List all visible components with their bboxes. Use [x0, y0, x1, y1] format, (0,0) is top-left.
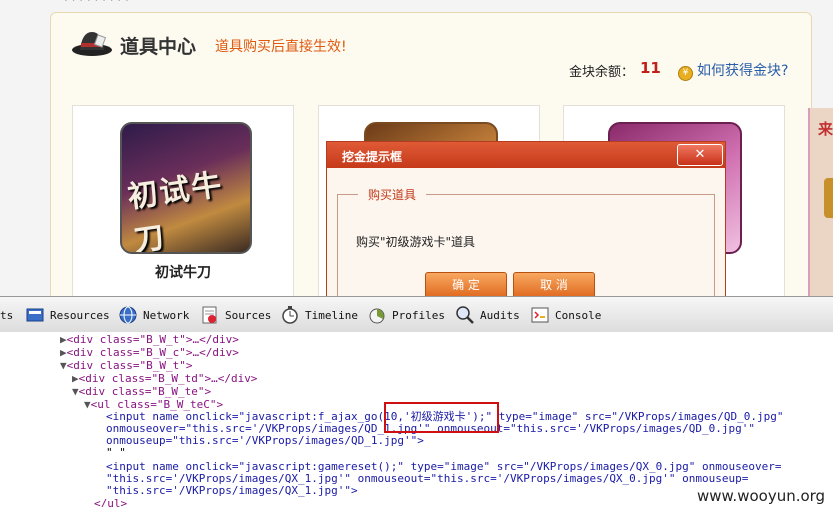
dialog-legend: 购买道具: [358, 186, 427, 203]
dom-node[interactable]: ▼<div class="B_W_te">: [72, 386, 211, 398]
close-icon: ✕: [694, 147, 706, 162]
watermark: www.wooyun.org: [697, 487, 826, 505]
prop-card-name: 初试牛刀: [155, 265, 211, 281]
dialog-close-button[interactable]: ✕: [677, 144, 723, 166]
resources-icon: [26, 308, 44, 322]
gold-balance-label: 金块余额：: [569, 65, 635, 80]
dialog-title: 挖金提示框: [342, 150, 403, 164]
tab-label: Audits: [480, 309, 520, 322]
gold-balance-value: 11: [640, 59, 661, 77]
dom-node-attr-line[interactable]: "this.src='/VKProps/images/QX_1.jpg'">: [106, 485, 358, 497]
tab-label: Network: [143, 309, 190, 322]
how-to-get-gold-link[interactable]: 如何获得金块?: [697, 60, 788, 80]
tab-label: Sources: [225, 309, 272, 322]
confirm-button[interactable]: 确 定: [425, 272, 507, 296]
purchase-dialog: 挖金提示框 ✕ 购买道具 购买"初级游戏卡"道具 确 定 取 消: [326, 141, 726, 296]
dom-node[interactable]: ▼<div class="B_W_t">: [60, 360, 192, 372]
prop-card-image[interactable]: 初试牛刀: [120, 122, 252, 254]
tab-label: Profiles: [392, 309, 445, 322]
dom-node[interactable]: ▶<div class="B_W_td">…</div>: [72, 373, 257, 385]
tab-label: Resources: [50, 309, 110, 322]
prop-card-art-text: 初试牛刀: [125, 167, 226, 254]
breadcrumb: · · · · · · · · ·: [64, 0, 129, 7]
prop-card[interactable]: 初试牛刀 初试牛刀: [72, 105, 294, 296]
page-subtitle: 道具购买后直接生效!: [215, 39, 347, 55]
dom-node[interactable]: ▶<div class="B_W_t">…</div>: [60, 334, 239, 346]
side-advert-image: [824, 178, 833, 218]
sources-icon: [202, 306, 217, 324]
dom-text-node[interactable]: " ": [106, 447, 126, 459]
dialog-message: 购买"初级游戏卡"道具: [356, 235, 476, 249]
audits-icon: [456, 306, 474, 324]
dom-node[interactable]: ▶<div class="B_W_c">…</div>: [60, 347, 239, 359]
side-advert-text: 来: [818, 120, 833, 138]
devtools-toolbar: ts Resources Network Sources Timeline Pr…: [0, 296, 833, 334]
side-advert[interactable]: 来: [808, 108, 833, 296]
dom-node-attr-line[interactable]: onmouseup="this.src='/VKProps/images/QD_…: [106, 435, 424, 447]
profiles-icon: [369, 308, 385, 324]
page-title: 道具中心: [120, 36, 197, 58]
timeline-icon: [282, 306, 298, 324]
gold-coin-icon: ¥: [678, 66, 693, 81]
tab-label: Console: [555, 309, 602, 322]
highlight-annotation-box: [384, 402, 499, 433]
network-icon: [119, 306, 137, 324]
game-page: · · · · · · · · · 道具中心 道具购买后直接生效! 金块余额： …: [0, 0, 833, 296]
tab-label: ts: [0, 309, 14, 322]
console-icon: [531, 307, 549, 323]
cancel-button[interactable]: 取 消: [513, 272, 595, 296]
tab-label: Timeline: [305, 309, 358, 322]
hat-logo-icon: [72, 32, 112, 56]
dom-node[interactable]: </ul>: [94, 498, 127, 507]
dialog-title-bar[interactable]: 挖金提示框 ✕: [327, 142, 725, 168]
